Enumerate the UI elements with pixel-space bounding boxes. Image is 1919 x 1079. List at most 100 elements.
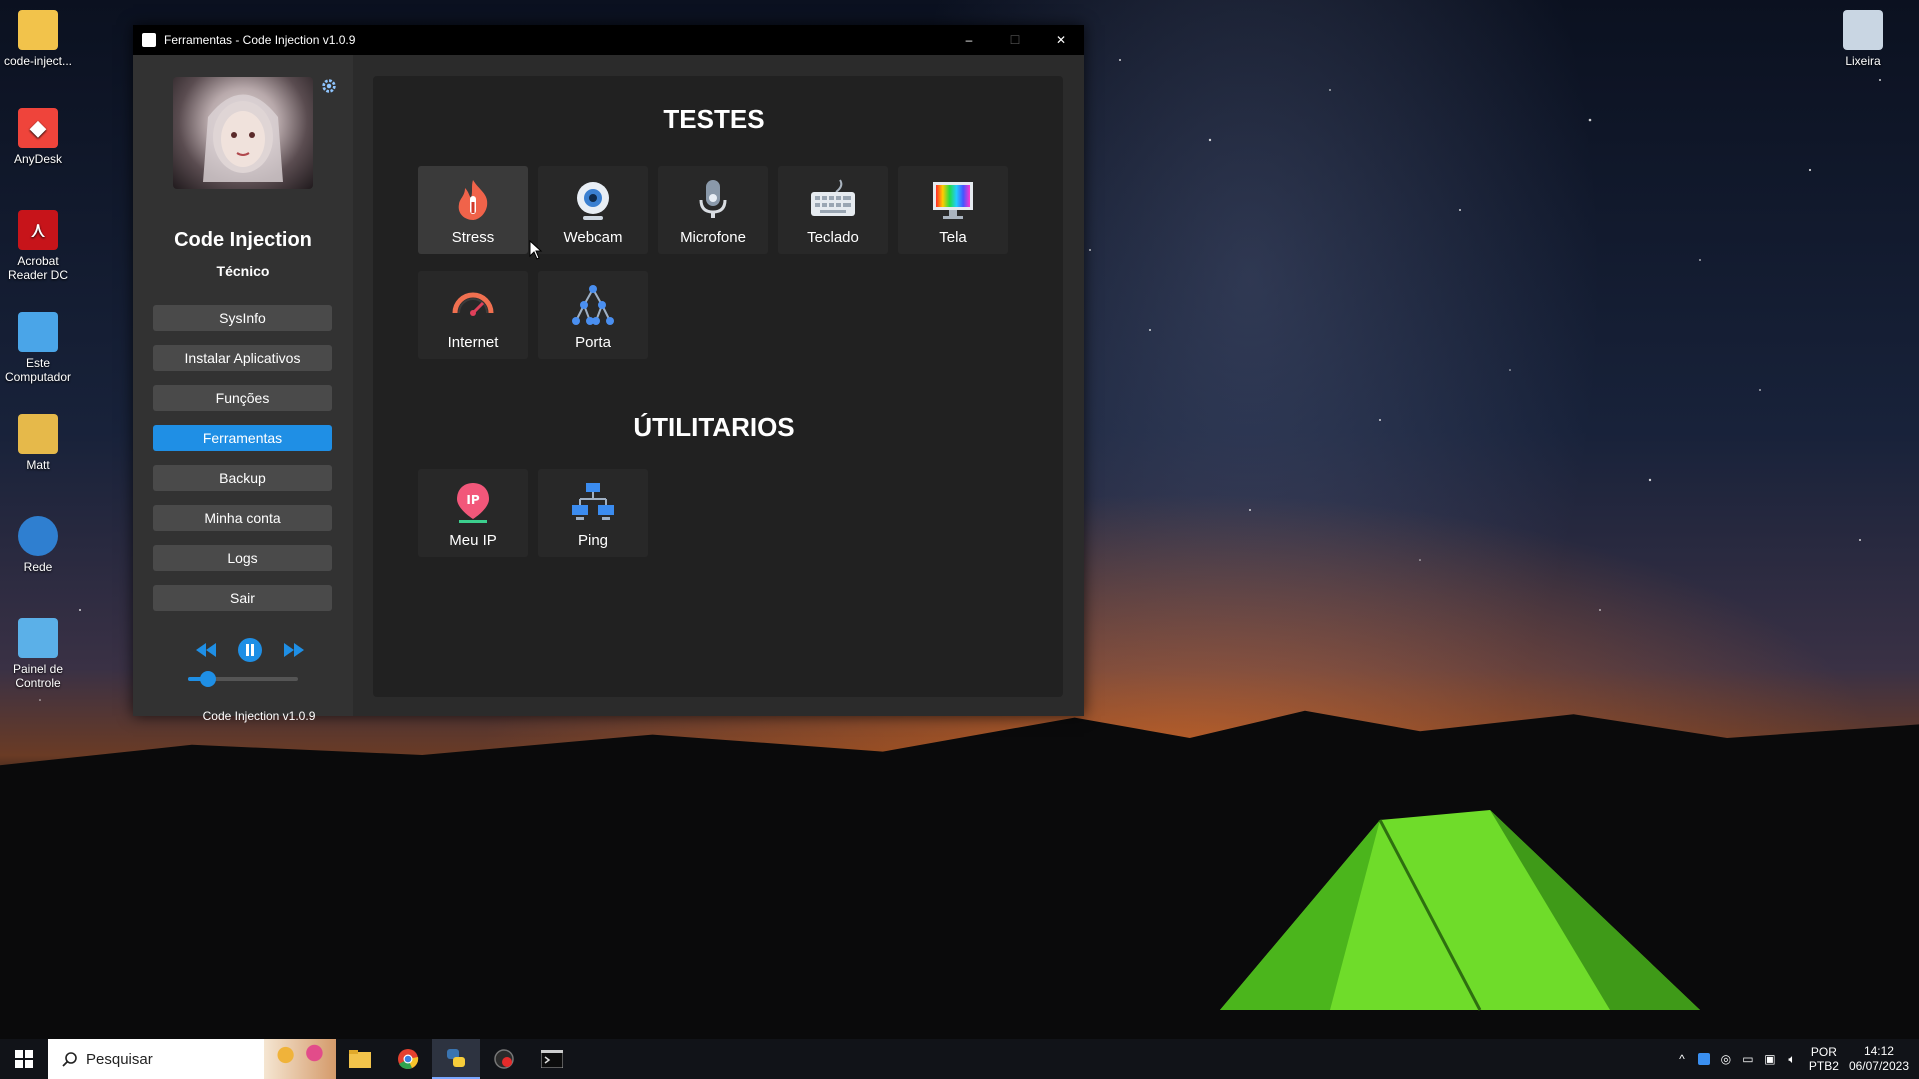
- system-tray: ^ ◎ ▭ ▣ 🔈︎ POR PTB2 14:12 06/07/2023: [1671, 1039, 1919, 1079]
- taskbar-file-explorer[interactable]: [336, 1039, 384, 1079]
- desktop-icon-lixeira[interactable]: Lixeira: [1825, 10, 1901, 68]
- tests-section-title: TESTES: [663, 104, 765, 134]
- taskbar-chrome[interactable]: [384, 1039, 432, 1079]
- tent-illustration: [1220, 810, 1700, 1011]
- tool-internet[interactable]: Internet: [418, 271, 528, 359]
- desktop-icon-label: Painel de Controle: [12, 662, 64, 690]
- tool-label: Meu IP: [449, 532, 497, 549]
- nav-sysinfo-button[interactable]: SysInfo: [153, 305, 332, 331]
- maximize-button[interactable]: ☐: [992, 25, 1038, 55]
- app-version: Code Injection v1.0.9: [202, 709, 316, 723]
- window-titlebar[interactable]: Ferramentas - Code Injection v1.0.9 – ☐ …: [133, 25, 1084, 55]
- tool-label: Internet: [447, 334, 499, 351]
- taskbar-recorder[interactable]: [480, 1039, 528, 1079]
- tool-microfone[interactable]: Microfone: [658, 166, 768, 254]
- app-icon: [142, 33, 156, 47]
- tool-webcam[interactable]: Webcam: [538, 166, 648, 254]
- tool-label: Stress: [451, 229, 495, 246]
- microphone-icon: [690, 177, 736, 223]
- desktop-icon-code-injection[interactable]: code-inject...: [0, 10, 76, 68]
- nav-logs-button[interactable]: Logs: [153, 545, 332, 571]
- user-folder-icon: [18, 414, 58, 454]
- desktop-icon-este-computador[interactable]: Este Computador: [0, 312, 76, 384]
- battery-icon[interactable]: ▭: [1737, 1052, 1759, 1066]
- nav-instalar-aplicativos-button[interactable]: Instalar Aplicativos: [153, 345, 332, 371]
- network-globe-icon: [18, 516, 58, 556]
- tool-teclado[interactable]: Teclado: [778, 166, 888, 254]
- terminal-icon: [541, 1050, 563, 1068]
- desktop-icon-label: Rede: [23, 560, 53, 574]
- desktop-icon-label: Este Computador: [4, 356, 72, 384]
- tool-label: Teclado: [807, 229, 859, 246]
- app-window: Ferramentas - Code Injection v1.0.9 – ☐ …: [133, 25, 1084, 723]
- pause-icon[interactable]: [237, 637, 263, 663]
- close-button[interactable]: ✕: [1038, 25, 1084, 55]
- minimize-button[interactable]: –: [946, 25, 992, 55]
- search-placeholder: Pesquisar: [86, 1050, 153, 1068]
- tray-chevron-up-icon[interactable]: ^: [1671, 1052, 1693, 1066]
- tools-panel: TESTES Stress Webcam Microfone Teclado T…: [373, 76, 1063, 697]
- chrome-icon: [398, 1049, 419, 1069]
- tool-label: Microfone: [680, 229, 746, 246]
- svg-text:IP: IP: [466, 493, 479, 507]
- tray-webcam-icon[interactable]: ◎: [1715, 1052, 1737, 1066]
- mouse-cursor: [529, 240, 543, 260]
- rewind-icon[interactable]: [195, 642, 217, 658]
- tool-label: Ping: [577, 532, 609, 549]
- ip-pin-icon: IP: [450, 480, 496, 526]
- desktop-icon-rede[interactable]: Rede: [0, 516, 76, 574]
- nav-ferramentas-button[interactable]: Ferramentas: [153, 425, 332, 451]
- network-tree-icon: [570, 282, 616, 328]
- utilities-section-title: ÚTILITARIOS: [633, 412, 795, 442]
- volume-slider-knob[interactable]: [199, 671, 216, 687]
- tool-stress[interactable]: Stress: [418, 166, 528, 254]
- tool-tela[interactable]: Tela: [898, 166, 1008, 254]
- desktop-icon-label: AnyDesk: [13, 152, 63, 166]
- tool-meu-ip[interactable]: IP Meu IP: [418, 469, 528, 557]
- nav-funcoes-button[interactable]: Funções: [153, 385, 332, 411]
- start-button[interactable]: [0, 1039, 48, 1079]
- volume-icon[interactable]: 🔈︎: [1781, 1052, 1803, 1067]
- keyboard-layout: PTB2: [1808, 1059, 1839, 1073]
- search-icon: [62, 1052, 77, 1067]
- tool-label: Porta: [575, 334, 611, 351]
- ping-network-icon: [570, 480, 616, 526]
- nav-minha-conta-button[interactable]: Minha conta: [153, 505, 332, 531]
- search-highlight-art: [264, 1039, 336, 1079]
- desktop-icon-anydesk[interactable]: ◆ AnyDesk: [0, 108, 76, 166]
- taskbar-terminal[interactable]: [528, 1039, 576, 1079]
- desktop-icon-acrobat[interactable]: ⋏ Acrobat Reader DC: [0, 210, 76, 282]
- nav-sair-button[interactable]: Sair: [153, 585, 332, 611]
- tool-ping[interactable]: Ping: [538, 469, 648, 557]
- tool-porta[interactable]: Porta: [538, 271, 648, 359]
- network-icon[interactable]: ▣: [1759, 1052, 1781, 1066]
- speedometer-icon: [450, 282, 496, 328]
- taskbar-code-injection[interactable]: [432, 1039, 480, 1079]
- tool-label: Webcam: [563, 229, 623, 246]
- desktop-icon-matt[interactable]: Matt: [0, 414, 76, 472]
- sidebar: Code Injection Técnico SysInfo Instalar …: [133, 55, 353, 723]
- computer-icon: [18, 312, 58, 352]
- desktop-icon-label: Matt: [26, 458, 50, 472]
- taskbar-search[interactable]: Pesquisar: [48, 1039, 336, 1079]
- tool-label: Tela: [939, 229, 967, 246]
- python-app-icon: [447, 1049, 465, 1067]
- record-icon: [494, 1049, 514, 1069]
- avatar[interactable]: [173, 77, 313, 189]
- desktop-icon-label: Lixeira: [1845, 54, 1881, 68]
- desktop-icon-painel-de-controle[interactable]: Painel de Controle: [0, 618, 76, 690]
- windows-logo-icon: [15, 1050, 33, 1068]
- nav-backup-button[interactable]: Backup: [153, 465, 332, 491]
- clock-date: 06/07/2023: [1848, 1059, 1909, 1073]
- tray-app-icon[interactable]: [1693, 1053, 1715, 1065]
- fire-icon: [450, 177, 496, 223]
- gear-icon[interactable]: [320, 77, 338, 95]
- recycle-bin-icon: [1843, 10, 1883, 50]
- language-code: POR: [1810, 1045, 1837, 1059]
- volume-slider[interactable]: [188, 671, 298, 687]
- fast-forward-icon[interactable]: [283, 642, 305, 658]
- taskbar-clock[interactable]: 14:12 06/07/2023: [1849, 1044, 1909, 1074]
- keyboard-language[interactable]: POR PTB2: [1809, 1045, 1839, 1073]
- monitor-icon: [930, 177, 976, 223]
- media-player: [195, 635, 305, 665]
